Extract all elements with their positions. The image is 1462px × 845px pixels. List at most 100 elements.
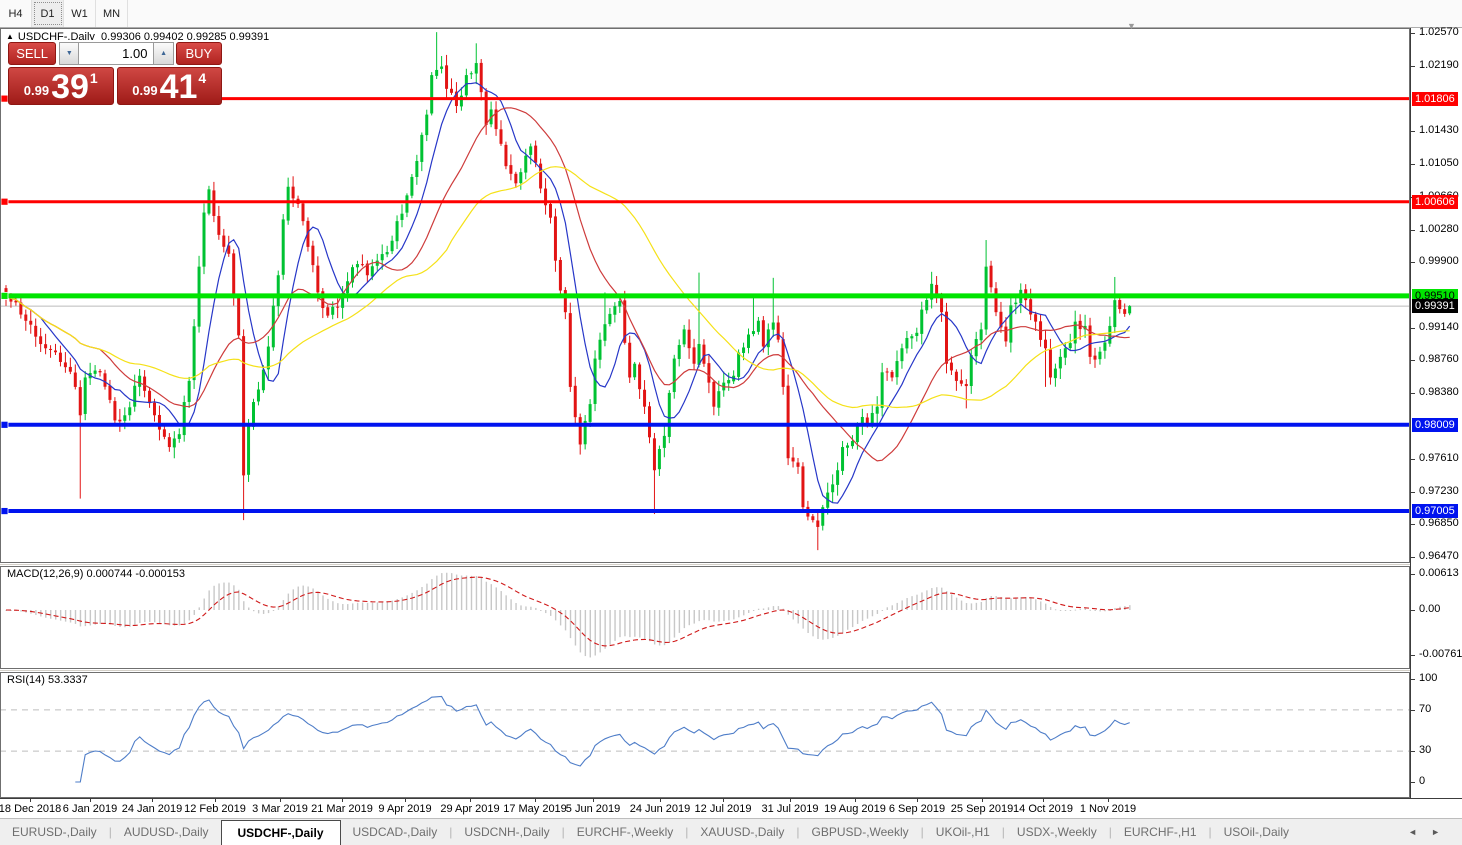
tab-usdx-weekly[interactable]: USDX-,Weekly: [1005, 819, 1109, 845]
tab-scroll-left-icon[interactable]: ◄: [1408, 827, 1417, 837]
tab-audusd-daily[interactable]: AUDUSD-,Daily: [112, 819, 221, 845]
macd-label: MACD(12,26,9) 0.000744 -0.000153: [7, 568, 185, 580]
tab-ukoil-h1[interactable]: UKOil-,H1: [924, 819, 1002, 845]
symbol-tab-bar: EURUSD-,Daily | AUDUSD-,Daily USDCHF-,Daily…: [0, 818, 1462, 845]
panel-splitter[interactable]: [0, 564, 1410, 565]
scale-tick: [1411, 66, 1415, 67]
date-label: 17 May 2019: [503, 803, 567, 815]
timeframe-button-mn[interactable]: MN: [96, 0, 128, 27]
sr-line-handle[interactable]: [0, 94, 9, 103]
tab-usdcnh-daily[interactable]: USDCNH-,Daily: [452, 819, 561, 845]
date-label: 29 Apr 2019: [440, 803, 500, 815]
buy-button[interactable]: BUY: [175, 42, 222, 65]
trading-terminal-window: H4 D1 W1 MN ▲ USDCHF-,Daily 0.99306 0.99402 …: [0, 0, 1462, 845]
tab-gbpusd-weekly[interactable]: GBPUSD-,Weekly: [800, 819, 921, 845]
buy-price-sup: 4: [198, 70, 207, 86]
date-label: 6 Sep 2019: [888, 803, 946, 815]
scale-tick: [1411, 459, 1415, 460]
timeframe-button-w1[interactable]: W1: [64, 0, 96, 27]
buy-price-big: 41: [159, 68, 198, 106]
tab-eurusd-daily[interactable]: EURUSD-,Daily: [0, 819, 109, 845]
date-label: 1 Nov 2019: [1079, 803, 1137, 815]
date-label: 31 Jul 2019: [761, 803, 819, 815]
price-level-label: 0.98009: [1412, 418, 1458, 432]
buy-price-base: 0.99: [132, 83, 158, 98]
scale-tick: [1411, 610, 1415, 611]
volume-decrease-button[interactable]: ▼: [59, 42, 80, 65]
date-label: 3 Mar 2019: [252, 803, 308, 815]
price-scale-label: 0.97230: [1419, 485, 1459, 497]
price-level-label: 0.97005: [1412, 504, 1458, 518]
tab-usdchf-daily[interactable]: USDCHF-,Daily: [220, 820, 341, 845]
sell-price-sup: 1: [89, 70, 98, 86]
sr-line-handle[interactable]: [0, 420, 9, 429]
date-tick: [215, 799, 216, 802]
date-tick: [405, 799, 406, 802]
price-scale-label: 1.00280: [1419, 223, 1459, 235]
date-label: 6 Jan 2019: [62, 803, 118, 815]
price-scale-label: 0.99140: [1419, 321, 1459, 333]
sr-line-handle[interactable]: [0, 197, 9, 206]
sell-button[interactable]: SELL: [8, 42, 57, 65]
date-tick: [917, 799, 918, 802]
sr-line-handle[interactable]: [0, 291, 9, 300]
tab-nav: ◄ ►: [1408, 819, 1462, 845]
volume-increase-button[interactable]: ▲: [153, 42, 174, 65]
date-axis[interactable]: 18 Dec 2018 6 Jan 2019 24 Jan 2019 12 Feb 2…: [0, 798, 1462, 818]
price-scale-label: 0.98760: [1419, 353, 1459, 365]
date-tick: [982, 799, 983, 802]
price-chart[interactable]: [0, 28, 1410, 798]
volume-input[interactable]: [79, 42, 154, 65]
date-label: 24 Jun 2019: [629, 803, 691, 815]
tab-usdcad-daily[interactable]: USDCAD-,Daily: [341, 819, 450, 845]
date-tick: [152, 799, 153, 802]
price-level-label: 0.99391: [1412, 299, 1458, 313]
tab-usoil-daily[interactable]: USOil-,Daily: [1212, 819, 1301, 845]
price-level-label: 1.00606: [1412, 195, 1458, 209]
date-tick: [723, 799, 724, 802]
scale-tick: [1411, 164, 1415, 165]
date-label: 12 Feb 2019: [184, 803, 246, 815]
price-scale[interactable]: 1.025701.021901.014301.010501.006601.002…: [1410, 26, 1462, 798]
scale-tick: [1411, 751, 1415, 752]
date-tick: [342, 799, 343, 802]
scale-tick: [1411, 262, 1415, 263]
date-tick: [30, 799, 31, 802]
sr-line-handle[interactable]: [0, 507, 9, 515]
timeframe-button-d1[interactable]: D1: [32, 0, 64, 27]
date-label: 24 Jan 2019: [121, 803, 183, 815]
buy-price-box[interactable]: 0.99 41 4: [116, 67, 222, 106]
date-tick: [855, 799, 856, 802]
rsi-scale-label: 70: [1419, 703, 1432, 715]
macd-histogram: [5, 572, 1131, 658]
scale-tick: [1411, 679, 1415, 680]
tab-eurchf-h1[interactable]: EURCHF-,H1: [1112, 819, 1209, 845]
date-label: 21 Mar 2019: [311, 803, 373, 815]
price-scale-label: 1.01430: [1419, 124, 1459, 136]
scale-tick: [1411, 557, 1415, 558]
price-scale-label: 1.02190: [1419, 59, 1459, 71]
tab-scroll-right-icon[interactable]: ►: [1431, 827, 1440, 837]
panel-splitter[interactable]: [0, 670, 1410, 671]
price-scale-label: 1.01050: [1419, 157, 1459, 169]
rsi-label: RSI(14) 53.3337: [7, 674, 88, 686]
chart-shift-marker-icon[interactable]: ▼: [1127, 22, 1136, 31]
scale-tick: [1411, 328, 1415, 329]
date-label: 12 Jul 2019: [694, 803, 752, 815]
date-label: 14 Oct 2019: [1013, 803, 1073, 815]
scale-tick: [1411, 33, 1415, 34]
scale-tick: [1411, 655, 1415, 656]
sell-price-box[interactable]: 0.99 39 1: [8, 67, 114, 105]
date-tick: [280, 799, 281, 802]
tab-xauusd-daily[interactable]: XAUUSD-,Daily: [688, 819, 796, 845]
price-scale-label: 0.98380: [1419, 386, 1459, 398]
tab-eurchf-weekly[interactable]: EURCHF-,Weekly: [565, 819, 685, 845]
scale-tick: [1411, 574, 1415, 575]
date-tick: [593, 799, 594, 802]
timeframe-button-h4[interactable]: H4: [0, 0, 32, 27]
price-scale-label: 0.99900: [1419, 255, 1459, 267]
date-label: 18 Dec 2018: [0, 803, 62, 815]
rsi-scale-label: 100: [1419, 672, 1438, 684]
price-scale-label: 0.97610: [1419, 452, 1459, 464]
rsi-line: [75, 695, 1130, 783]
